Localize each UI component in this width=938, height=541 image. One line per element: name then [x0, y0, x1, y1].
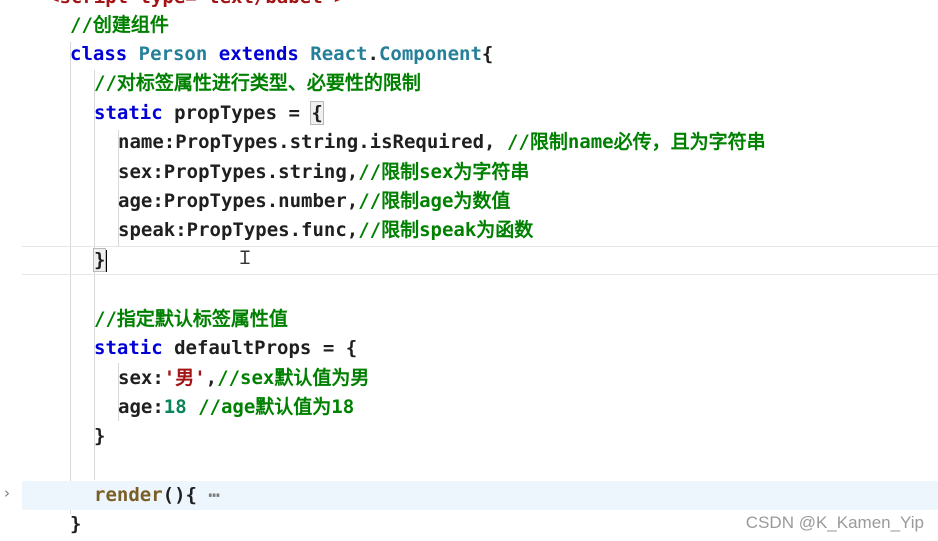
comment: //限制sex为字符串	[358, 161, 530, 183]
code-line-5[interactable]: name:PropTypes.string.isRequired, //限制na…	[118, 128, 766, 157]
keyword-static: static	[94, 102, 163, 124]
component-identifier: Component	[378, 43, 482, 65]
comment: //指定默认标签属性值	[94, 308, 288, 330]
number-literal: 18	[163, 396, 187, 418]
matched-brace: }	[92, 248, 107, 272]
chevron-right-icon[interactable]: ›	[4, 484, 10, 502]
keyword-class: class	[70, 43, 128, 65]
comment: //创建组件	[70, 14, 169, 36]
property-name: propTypes	[174, 102, 278, 124]
property-name: defaultProps	[174, 337, 312, 359]
code-line-6[interactable]: sex:PropTypes.string,//限制sex为字符串	[118, 158, 529, 187]
react-identifier: React	[310, 43, 368, 65]
keyword-static: static	[94, 337, 163, 359]
code-line-15[interactable]: }	[94, 422, 105, 451]
watermark: CSDN @K_Kamen_Yip	[745, 513, 924, 532]
code-line-18[interactable]: }	[70, 510, 81, 539]
keyword-extends: extends	[218, 43, 299, 65]
method-name: render	[94, 484, 163, 506]
code-line-3[interactable]: //对标签属性进行类型、必要性的限制	[94, 69, 421, 98]
comment: //限制name必传，且为字符串	[506, 131, 766, 153]
editor-gutter	[0, 0, 22, 541]
indent-guide	[70, 42, 71, 514]
matched-brace: {	[310, 101, 324, 125]
code-line-13[interactable]: sex:'男',//sex默认值为男	[118, 364, 369, 393]
code-line-7[interactable]: age:PropTypes.number,//限制age为数值	[118, 187, 510, 216]
folded-ellipsis[interactable]: ⋯	[197, 484, 219, 506]
comment: //限制age为数值	[358, 190, 511, 212]
indent-guide	[94, 70, 95, 480]
code-line-12[interactable]: static defaultProps = {	[94, 334, 357, 363]
code-line-8[interactable]: speak:PropTypes.func,//限制speak为函数	[118, 216, 533, 245]
code-line-11[interactable]: //指定默认标签属性值	[94, 305, 288, 334]
code-line-4[interactable]: static propTypes = {	[94, 99, 324, 128]
text-cursor	[105, 249, 108, 272]
string-literal: '男'	[163, 367, 206, 389]
code-line-14[interactable]: age:18 //age默认值为18	[118, 393, 354, 422]
current-line-indicator	[22, 246, 938, 275]
code-line-17[interactable]: render(){ ⋯	[94, 481, 220, 510]
code-editor[interactable]: <script type="text/babel"> //创建组件 class …	[0, 0, 938, 541]
comment: //sex默认值为男	[217, 367, 370, 389]
code-line-1[interactable]: //创建组件	[70, 11, 169, 40]
code-line-9[interactable]: }	[92, 246, 108, 275]
class-name: Person	[138, 43, 208, 65]
code-line-2[interactable]: class Person extends React.Component{	[70, 40, 493, 69]
comment: //限制speak为函数	[358, 219, 534, 241]
comment: //对标签属性进行类型、必要性的限制	[94, 72, 421, 94]
comment: //age默认值为18	[186, 396, 355, 418]
ibeam-cursor-icon: Ｉ	[236, 248, 254, 269]
